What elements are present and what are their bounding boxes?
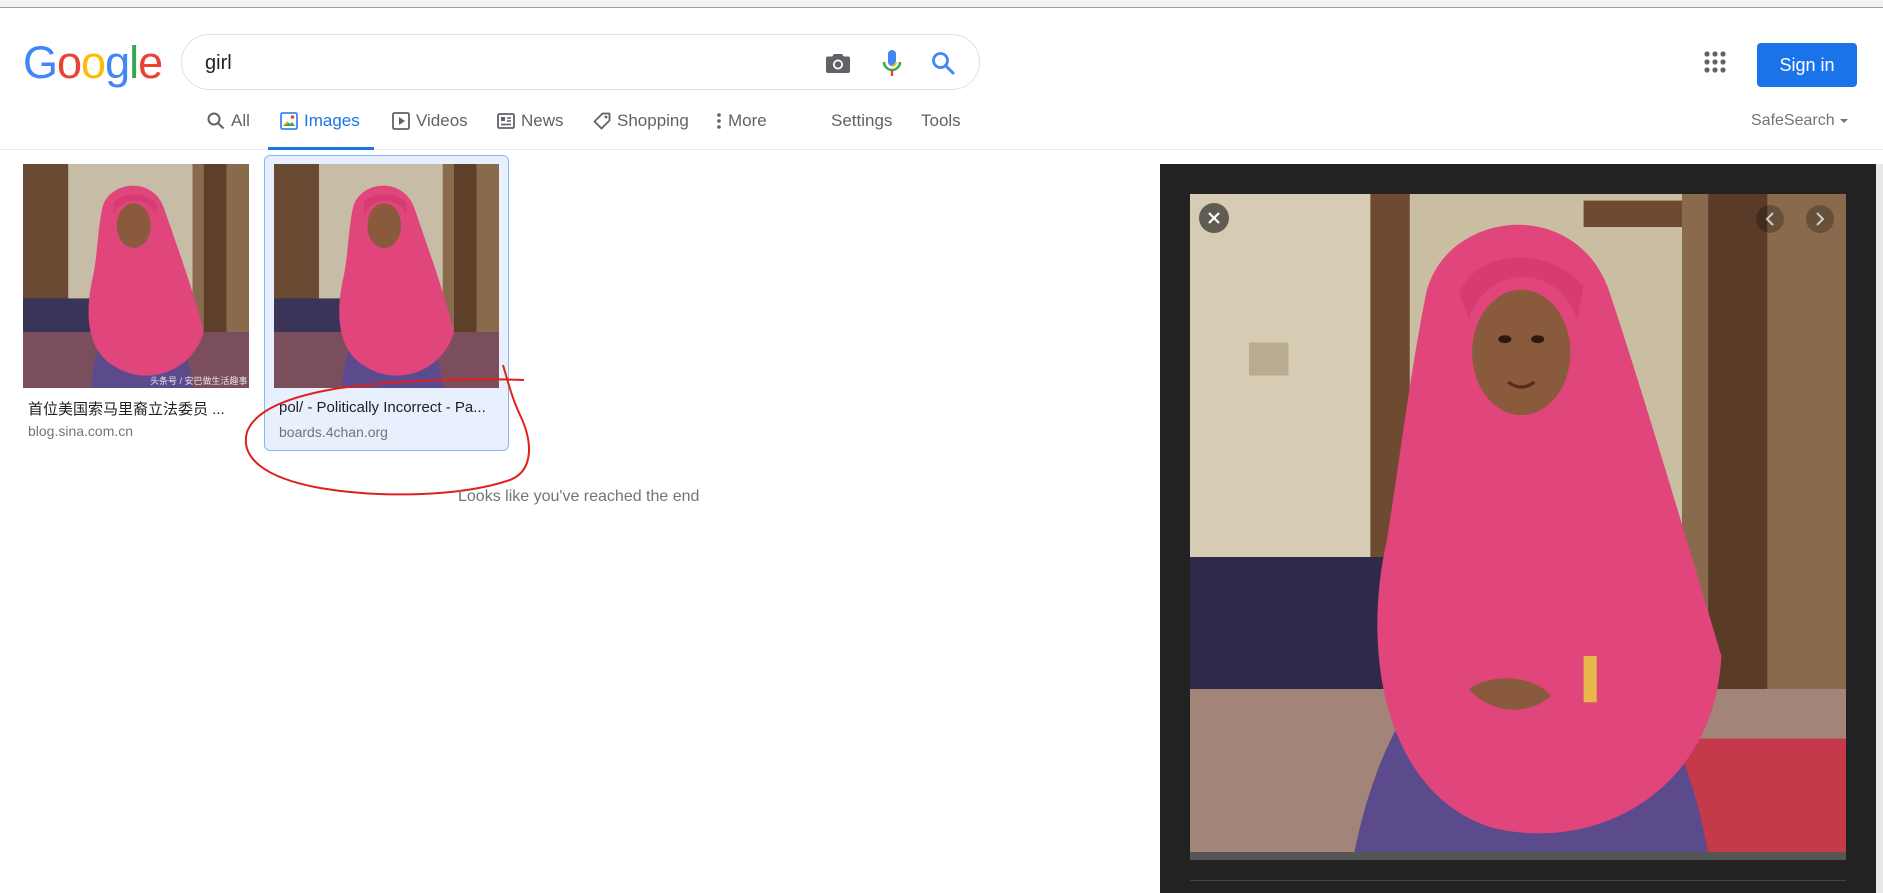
apps-grid-icon[interactable]: [1703, 50, 1727, 74]
safesearch-label: SafeSearch: [1751, 112, 1835, 129]
google-logo[interactable]: Google: [23, 37, 163, 88]
chevron-left-icon: [1765, 212, 1774, 226]
more-vert-icon: [717, 113, 721, 129]
result-thumbnail[interactable]: [274, 164, 499, 388]
image-result[interactable]: 首位美国索马里裔立法委员 ... blog.sina.com.cn 头条号 / …: [20, 155, 252, 451]
result-title[interactable]: 首位美国索马里裔立法委员 ...: [28, 398, 246, 419]
result-title[interactable]: pol/ - Politically Incorrect - Pa...: [279, 399, 497, 416]
logo-letter: o: [57, 37, 82, 88]
news-icon: [497, 113, 515, 129]
logo-letter: e: [138, 37, 163, 88]
search-tabs: All Images Videos News Shopping More Set…: [0, 100, 1883, 150]
tab-label: Settings: [831, 111, 893, 130]
image-watermark: 头条号 / 安巴做生活趣事: [150, 376, 248, 386]
tab-label: More: [728, 111, 767, 130]
tab-news[interactable]: News: [497, 111, 564, 150]
tab-more[interactable]: More: [716, 111, 767, 150]
next-image-button[interactable]: [1806, 205, 1834, 233]
tab-settings[interactable]: Settings: [831, 111, 892, 150]
tab-tools[interactable]: Tools: [921, 111, 961, 150]
previous-image-button[interactable]: [1756, 205, 1784, 233]
search-icon[interactable]: [929, 49, 957, 77]
preview-progress-bar: [1190, 852, 1846, 860]
search-input[interactable]: [205, 49, 765, 77]
logo-letter: g: [105, 37, 130, 88]
result-domain: blog.sina.com.cn: [28, 423, 134, 439]
search-icon: [207, 112, 225, 130]
logo-letter: o: [81, 37, 106, 88]
chevron-right-icon: [1816, 212, 1825, 226]
page-scrollbar[interactable]: [1876, 164, 1883, 893]
caret-down-icon: [1840, 118, 1849, 123]
tab-label: All: [231, 111, 250, 130]
play-icon: [392, 112, 410, 130]
tab-label: News: [521, 111, 564, 130]
tab-shopping[interactable]: Shopping: [593, 111, 689, 150]
tab-all[interactable]: All: [207, 111, 250, 150]
result-thumbnail[interactable]: [23, 164, 249, 388]
preview-divider: [1190, 880, 1846, 881]
preview-image[interactable]: [1190, 194, 1846, 854]
search-box: [181, 34, 980, 90]
tab-images[interactable]: Images: [268, 111, 374, 150]
sign-in-button[interactable]: Sign in: [1757, 43, 1857, 87]
safesearch-dropdown[interactable]: SafeSearch: [1751, 112, 1849, 130]
tab-label: Images: [304, 111, 360, 130]
end-of-results-message: Looks like you've reached the end: [458, 488, 700, 505]
tab-label: Videos: [416, 111, 468, 130]
image-icon: [280, 112, 298, 130]
camera-icon[interactable]: [824, 49, 852, 77]
logo-letter: G: [23, 37, 58, 88]
close-icon: [1208, 212, 1220, 224]
tab-videos[interactable]: Videos: [392, 111, 468, 150]
image-preview-panel: [1160, 164, 1876, 893]
tab-label: Shopping: [617, 111, 689, 130]
close-preview-button[interactable]: [1199, 203, 1229, 233]
result-domain: boards.4chan.org: [279, 424, 388, 440]
image-result-selected[interactable]: pol/ - Politically Incorrect - Pa... boa…: [264, 155, 509, 451]
tab-label: Tools: [921, 111, 961, 130]
browser-top-edge: [0, 0, 1883, 8]
logo-letter: l: [129, 37, 139, 88]
tag-icon: [593, 112, 611, 130]
microphone-icon[interactable]: [878, 49, 906, 77]
